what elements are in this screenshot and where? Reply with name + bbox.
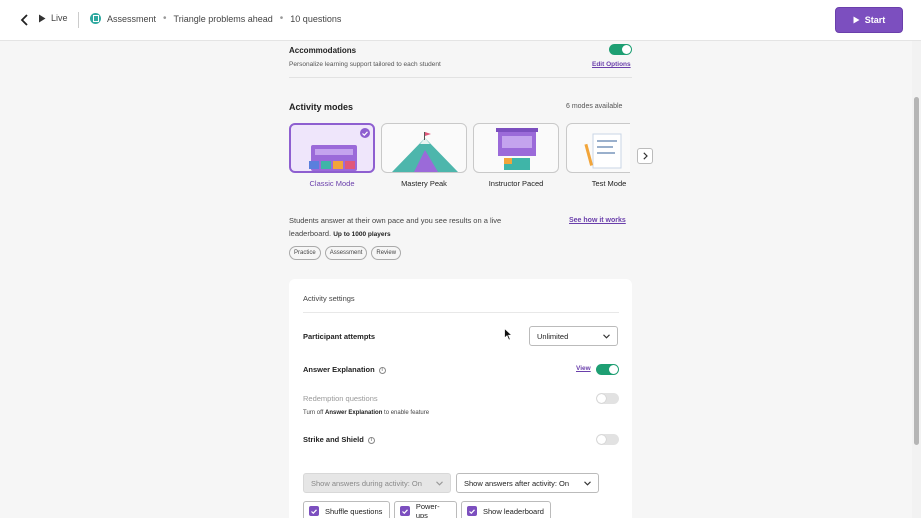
accommodations-description: Personalize learning support tailored to… [289, 61, 441, 68]
chevron-down-icon [436, 480, 443, 486]
show-leaderboard-checkbox[interactable]: Show leaderboard [461, 501, 551, 518]
mode-thumbnail [473, 123, 559, 173]
activity-modes-title: Activity modes [289, 102, 354, 112]
checkbox-check-icon [400, 506, 410, 516]
checkbox-check-icon [467, 506, 477, 516]
breadcrumb-separator: • [163, 13, 167, 24]
show-answers-during-select: Show answers during activity: On [303, 473, 451, 493]
mode-label: Test Mode [591, 179, 627, 188]
redemption-note-bold: Answer Explanation [325, 410, 383, 416]
mode-label: Classic Mode [309, 179, 355, 188]
answer-explanation-view-link[interactable]: View [576, 365, 591, 372]
power-ups-checkbox[interactable]: Power-ups [394, 501, 457, 518]
question-count: 10 questions [290, 13, 342, 24]
strike-and-shield-label: Strike and Shield [303, 435, 364, 444]
strike-and-shield-toggle[interactable] [596, 434, 619, 445]
top-bar: Live Assessment • Triangle problems ahea… [0, 0, 921, 41]
answer-explanation-toggle[interactable] [596, 364, 619, 375]
mode-thumbnail [381, 123, 467, 173]
activity-settings-title: Activity settings [303, 294, 355, 303]
modes-count: 6 modes available [566, 103, 623, 110]
participant-attempts-value: Unlimited [537, 331, 569, 341]
toggle-knob [597, 435, 606, 444]
redemption-questions-toggle[interactable] [596, 393, 619, 404]
checkbox-label: Power-ups [415, 502, 440, 518]
scrollbar-thumb[interactable] [914, 97, 919, 445]
mode-label: Mastery Peak [401, 179, 447, 188]
test-mode-illustration [584, 133, 622, 169]
mode-tags: Practice Assessment Review [289, 246, 402, 260]
assessment-icon [90, 13, 101, 24]
redemption-note: Turn off Answer Explanation to enable fe… [303, 410, 429, 416]
breadcrumb-separator: • [279, 13, 284, 24]
play-icon [853, 16, 860, 24]
toggle-knob [609, 365, 618, 374]
divider [289, 77, 632, 78]
live-indicator: Live [38, 13, 68, 23]
redemption-note-post: to enable feature [384, 410, 430, 416]
mastery-peak-illustration [392, 132, 458, 172]
shuffle-questions-checkbox[interactable]: Shuffle questions [303, 501, 390, 518]
accommodations-toggle[interactable] [609, 44, 632, 55]
back-arrow-icon[interactable] [18, 13, 32, 27]
see-how-it-works-link[interactable]: See how it works [569, 217, 626, 224]
mode-carousel: Classic Mode Mastery Peak Instructor Pac… [289, 123, 630, 193]
chevron-down-icon [603, 333, 610, 339]
info-icon[interactable]: i [378, 367, 386, 374]
header-divider [78, 12, 79, 28]
answer-explanation-row: Answer Explanation i [303, 365, 386, 374]
player-limit: Up to 1000 players [333, 231, 391, 238]
activity-type: Assessment [107, 13, 157, 24]
show-answers-after-value: Show answers after activity: On [464, 478, 570, 488]
quiz-title: Triangle problems ahead [173, 13, 273, 24]
tag-assessment: Assessment [324, 246, 368, 260]
mode-description: Students answer at their own pace and yo… [289, 214, 519, 241]
activity-settings-panel: Activity settings Participant attempts U… [289, 279, 632, 518]
chevron-right-icon [642, 152, 648, 160]
mode-card-mastery-peak[interactable]: Mastery Peak [381, 123, 467, 188]
mode-card-classic[interactable]: Classic Mode [289, 123, 375, 188]
start-button[interactable]: Start [835, 7, 903, 33]
instructor-paced-illustration [496, 128, 538, 170]
toggle-knob [597, 394, 606, 403]
edit-options-link[interactable]: Edit Options [592, 61, 631, 68]
show-answers-during-value: Show answers during activity: On [311, 478, 422, 488]
mode-description-text: Students answer at their own pace and yo… [289, 216, 502, 238]
checkbox-label: Show leaderboard [483, 506, 544, 516]
chevron-down-icon [584, 480, 591, 486]
mode-card-instructor-paced[interactable]: Instructor Paced [473, 123, 559, 188]
mode-thumbnail [289, 123, 375, 173]
tag-review: Review [371, 246, 402, 260]
start-label: Start [864, 15, 886, 25]
checkbox-check-icon [309, 506, 319, 516]
play-icon [39, 14, 46, 22]
accommodations-title: Accommodations [289, 46, 357, 55]
breadcrumb: Assessment • Triangle problems ahead • 1… [90, 13, 341, 24]
carousel-next-button[interactable] [637, 148, 653, 164]
divider [303, 312, 619, 313]
selected-check-icon [360, 128, 370, 138]
mouse-pointer-icon [504, 328, 513, 341]
mode-thumbnail [566, 123, 630, 173]
mode-label: Instructor Paced [488, 179, 544, 188]
redemption-questions-label: Redemption questions [303, 394, 378, 403]
toggle-knob [622, 45, 631, 54]
redemption-note-pre: Turn off [303, 410, 324, 416]
participant-attempts-label: Participant attempts [303, 332, 376, 341]
show-answers-after-select[interactable]: Show answers after activity: On [456, 473, 599, 493]
participant-attempts-select[interactable]: Unlimited [529, 326, 618, 346]
checkbox-label: Shuffle questions [325, 506, 383, 516]
strike-and-shield-row: Strike and Shield i [303, 435, 375, 444]
info-icon[interactable]: i [367, 437, 375, 444]
answer-explanation-label: Answer Explanation [303, 365, 375, 374]
tag-practice: Practice [289, 246, 321, 260]
mode-card-test-mode[interactable]: Test Mode [566, 123, 630, 188]
live-label: Live [51, 13, 68, 23]
